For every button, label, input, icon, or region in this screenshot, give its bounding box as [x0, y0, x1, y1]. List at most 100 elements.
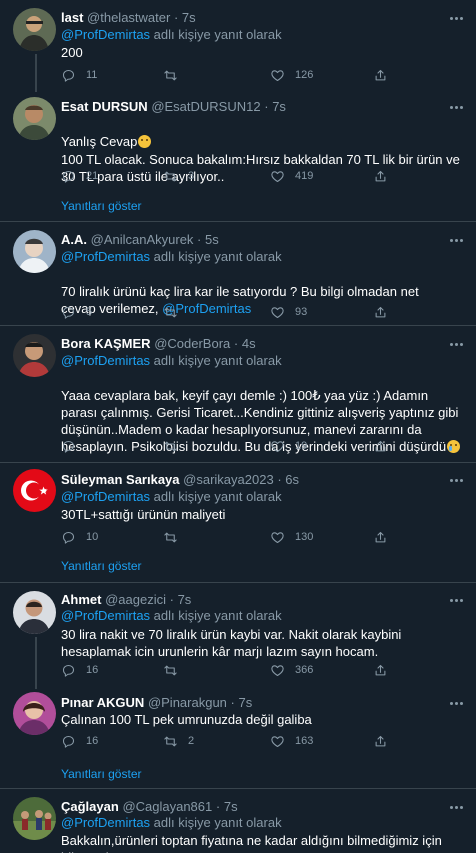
- author-name[interactable]: Ahmet: [61, 592, 101, 607]
- like-button[interactable]: 163: [270, 733, 313, 749]
- show-replies-link[interactable]: Yanıtları göster: [61, 558, 141, 574]
- like-button[interactable]: 130: [270, 529, 313, 545]
- author-handle[interactable]: @aagezici: [105, 592, 166, 607]
- reply-button[interactable]: 10: [61, 529, 98, 545]
- tweet-time[interactable]: 7s: [272, 99, 286, 114]
- avatar[interactable]: [13, 230, 56, 273]
- author-name[interactable]: Bora KAŞMER: [61, 336, 151, 351]
- author-handle[interactable]: @Caglayan861: [122, 799, 212, 814]
- more-options-icon[interactable]: [450, 233, 464, 247]
- author-name[interactable]: Çağlayan: [61, 799, 119, 814]
- like-button[interactable]: 93: [270, 304, 307, 320]
- avatar[interactable]: [13, 469, 56, 512]
- author-handle[interactable]: @EsatDURSUN12: [151, 99, 260, 114]
- more-options-icon[interactable]: [450, 100, 464, 114]
- tweet-time[interactable]: 6s: [285, 472, 299, 487]
- reply-to-mention[interactable]: @ProfDemirtas: [61, 353, 150, 368]
- retweet-icon: [163, 530, 178, 545]
- reply-button[interactable]: 21: [61, 168, 98, 184]
- separator: ·: [169, 592, 174, 607]
- like-button[interactable]: 126: [270, 67, 313, 83]
- like-count: 366: [295, 664, 314, 676]
- tweet-time[interactable]: 5s: [205, 232, 219, 247]
- heart-icon: [270, 169, 285, 184]
- retweet-icon: [163, 169, 178, 184]
- tweet[interactable]: Ahmet @aagezici · 7s @ProfDemirtas adlı …: [0, 583, 476, 685]
- like-button[interactable]: 419: [270, 168, 313, 184]
- tweet-time[interactable]: 7s: [224, 799, 238, 814]
- reply-to-mention[interactable]: @ProfDemirtas: [61, 489, 150, 504]
- avatar[interactable]: [13, 591, 56, 634]
- reply-to-mention[interactable]: @ProfDemirtas: [61, 815, 150, 830]
- share-button[interactable]: [373, 438, 388, 454]
- more-options-icon[interactable]: [450, 337, 464, 351]
- reply-button[interactable]: 16: [61, 662, 98, 678]
- author-name[interactable]: last: [61, 10, 83, 25]
- share-button[interactable]: [373, 168, 388, 184]
- retweet-button[interactable]: [163, 529, 188, 545]
- tweet[interactable]: Çağlayan @Caglayan861 · 7s @ProfDemirtas…: [0, 789, 476, 853]
- author-name[interactable]: Süleyman Sarıkaya: [61, 472, 180, 487]
- retweet-button[interactable]: [163, 67, 188, 83]
- reply-to-suffix: adlı kişiye yanıt olarak: [153, 489, 282, 504]
- avatar[interactable]: [13, 8, 56, 51]
- retweet-button[interactable]: 3: [163, 168, 194, 184]
- more-options-icon[interactable]: [450, 473, 464, 487]
- reply-button[interactable]: 5: [61, 304, 92, 320]
- share-button[interactable]: [373, 304, 388, 320]
- retweet-button[interactable]: [163, 304, 188, 320]
- retweet-button[interactable]: [163, 438, 188, 454]
- show-replies-link[interactable]: Yanıtları göster: [61, 766, 141, 782]
- reply-button[interactable]: [61, 438, 86, 454]
- author-handle[interactable]: @AnilcanAkyurek: [91, 232, 194, 247]
- reply-button[interactable]: 11: [61, 67, 97, 83]
- reply-button[interactable]: 16: [61, 733, 98, 749]
- author-handle[interactable]: @CoderBora: [154, 336, 230, 351]
- tweet[interactable]: Bora KAŞMER @CoderBora · 4s @ProfDemirta…: [0, 326, 476, 461]
- tweet[interactable]: A.A. @AnilcanAkyurek · 5s @ProfDemirtas …: [0, 222, 476, 324]
- retweet-button[interactable]: 2: [163, 733, 194, 749]
- author-handle[interactable]: @thelastwater: [87, 10, 170, 25]
- avatar[interactable]: [13, 334, 56, 377]
- reply-to-mention[interactable]: @ProfDemirtas: [61, 27, 150, 42]
- more-options-icon[interactable]: [450, 593, 464, 607]
- more-options-icon[interactable]: [450, 696, 464, 710]
- author-name[interactable]: Esat DURSUN: [61, 99, 148, 114]
- share-button[interactable]: [373, 662, 388, 678]
- tweet-actions: 11 126: [61, 67, 441, 83]
- reply-icon: [61, 169, 76, 184]
- like-button[interactable]: 366: [270, 662, 313, 678]
- share-button[interactable]: [373, 67, 388, 83]
- more-options-icon[interactable]: [450, 11, 464, 25]
- tweet-time[interactable]: 7s: [182, 10, 196, 25]
- avatar[interactable]: [13, 692, 56, 735]
- separator: ·: [215, 799, 221, 814]
- tweet[interactable]: Esat DURSUN @EsatDURSUN12 · 7s Yanlış Ce…: [0, 92, 476, 220]
- like-button[interactable]: 19: [270, 438, 307, 454]
- author-name[interactable]: Pınar AKGUN: [61, 695, 144, 710]
- like-count: 93: [295, 306, 308, 318]
- reply-to-suffix: adlı kişiye yanıt olarak: [153, 815, 282, 830]
- reply-to-mention[interactable]: @ProfDemirtas: [61, 249, 150, 264]
- heart-icon: [270, 68, 285, 83]
- avatar[interactable]: [13, 97, 56, 140]
- tweet[interactable]: Pınar AKGUN @Pinarakgun · 7s Çalınan 100…: [0, 687, 476, 787]
- replying-to: @ProfDemirtas adlı kişiye yanıt olarak: [61, 249, 282, 265]
- tweet-time[interactable]: 4s: [242, 336, 256, 351]
- tweet[interactable]: last @thelastwater · 7s @ProfDemirtas ad…: [0, 0, 476, 97]
- tweet-time[interactable]: 7s: [239, 695, 253, 710]
- author-handle[interactable]: @sarikaya2023: [183, 472, 274, 487]
- share-button[interactable]: [373, 529, 388, 545]
- author-name[interactable]: A.A.: [61, 232, 87, 247]
- reply-to-mention[interactable]: @ProfDemirtas: [61, 608, 150, 623]
- author-handle[interactable]: @Pinarakgun: [148, 695, 227, 710]
- share-button[interactable]: [373, 733, 388, 749]
- retweet-button[interactable]: [163, 662, 188, 678]
- tweet-time[interactable]: 7s: [178, 592, 192, 607]
- show-replies-link[interactable]: Yanıtları göster: [61, 198, 141, 214]
- replying-to: @ProfDemirtas adlı kişiye yanıt olarak: [61, 27, 282, 43]
- avatar[interactable]: [13, 797, 56, 840]
- more-options-icon[interactable]: [450, 800, 464, 814]
- retweet-icon: [163, 439, 178, 454]
- tweet[interactable]: Süleyman Sarıkaya @sarikaya2023 · 6s @Pr…: [0, 463, 476, 581]
